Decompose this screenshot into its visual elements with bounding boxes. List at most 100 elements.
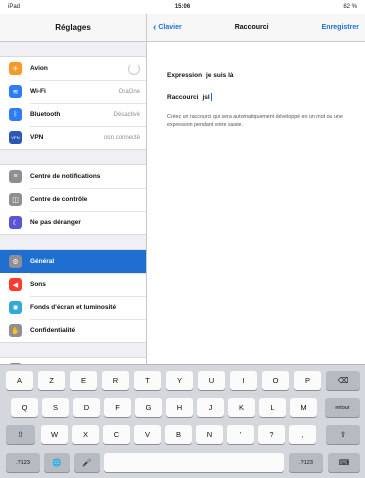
key-3[interactable]: V bbox=[134, 425, 161, 444]
key-1[interactable]: Z bbox=[38, 371, 65, 390]
text-cursor bbox=[210, 93, 212, 101]
control-center-icon: ◫ bbox=[9, 193, 22, 206]
key-0[interactable]: A bbox=[6, 371, 33, 390]
key-6[interactable]: J bbox=[197, 398, 224, 417]
chevron-left-icon: ‹ bbox=[153, 22, 157, 33]
key-2[interactable]: D bbox=[73, 398, 100, 417]
shift-key-right[interactable]: ⇧ bbox=[326, 425, 360, 444]
airplane-icon: ✈ bbox=[9, 62, 22, 75]
key-7[interactable]: I bbox=[230, 371, 257, 390]
settings-group: ⚙ Général ◀ Sons ✺ Fonds d'écran et luminosit… bbox=[0, 249, 146, 343]
key-3[interactable]: F bbox=[104, 398, 131, 417]
help-text: Créez un raccourci qui sera automatiquem… bbox=[167, 114, 343, 128]
key-1[interactable]: X bbox=[72, 425, 99, 444]
sidebar-item-label: Sons bbox=[30, 281, 46, 288]
expression-field[interactable]: Expression je suis là bbox=[147, 64, 365, 86]
save-button[interactable]: Enregistrer bbox=[322, 24, 359, 31]
expression-label: Expression bbox=[167, 71, 203, 79]
settings-group: ≡ Centre de notifications ◫ Centre de contr… bbox=[0, 164, 146, 235]
key-6[interactable]: ' bbox=[227, 425, 254, 444]
notifications-icon: ≡ bbox=[9, 170, 22, 183]
sidebar-item-gear[interactable]: ⚙ Général bbox=[0, 250, 146, 273]
key-2[interactable]: C bbox=[103, 425, 130, 444]
wallpaper-icon: ✺ bbox=[9, 301, 22, 314]
key-8[interactable]: O bbox=[262, 371, 289, 390]
key-5[interactable]: Y bbox=[166, 371, 193, 390]
backspace-key[interactable]: ⌫ bbox=[326, 371, 360, 390]
key-8[interactable]: , bbox=[289, 425, 316, 444]
hand-icon: ✋ bbox=[9, 324, 22, 337]
shortcut-detail-pane: ‹ Clavier Raccourci Enregistrer Expressi… bbox=[147, 14, 365, 364]
numbers-key-right[interactable]: .?123 bbox=[289, 453, 323, 472]
detail-navbar: ‹ Clavier Raccourci Enregistrer bbox=[147, 14, 365, 42]
moon-icon: ☾ bbox=[9, 216, 22, 229]
shortcut-field[interactable]: Raccourci jsl bbox=[147, 86, 365, 108]
settings-sidebar: Réglages ✈ Avion ≋ Wi-Fi OraOne ᛒ Bluetooth Dés… bbox=[0, 14, 147, 364]
sidebar-item-vpn[interactable]: VPN VPN non connecté bbox=[0, 126, 146, 149]
sidebar-item-speaker[interactable]: ◀ Sons bbox=[0, 273, 146, 296]
key-4[interactable]: B bbox=[165, 425, 192, 444]
sidebar-item-label: Wi-Fi bbox=[30, 88, 46, 95]
gear-icon: ⚙ bbox=[9, 255, 22, 268]
sidebar-item-airplane[interactable]: ✈ Avion bbox=[0, 57, 146, 80]
wifi-icon: ≋ bbox=[9, 85, 22, 98]
sidebar-item-value: non connecté bbox=[103, 134, 140, 141]
sidebar-item-hand[interactable]: ✋ Confidentialité bbox=[0, 319, 146, 342]
numbers-key-left[interactable]: .?123 bbox=[6, 453, 40, 472]
return-key[interactable]: retour bbox=[325, 398, 360, 417]
back-button[interactable]: ‹ Clavier bbox=[153, 22, 182, 33]
sidebar-item-label: Général bbox=[30, 258, 55, 265]
hide-keyboard-key[interactable]: ⌨ bbox=[328, 453, 360, 472]
page-title: Raccourci bbox=[234, 24, 269, 31]
key-4[interactable]: G bbox=[135, 398, 162, 417]
sidebar-item-notifications[interactable]: ≡ Centre de notifications bbox=[0, 165, 146, 188]
sidebar-item-value: OraOne bbox=[118, 88, 140, 95]
key-9[interactable]: M bbox=[290, 398, 317, 417]
key-0[interactable]: Q bbox=[11, 398, 38, 417]
sidebar-item-label: Confidentialité bbox=[30, 327, 76, 334]
key-7[interactable]: ? bbox=[258, 425, 285, 444]
settings-group: ☁iCloud✉Mail, Contacts, Calendrier bbox=[0, 357, 146, 364]
key-5[interactable]: N bbox=[196, 425, 223, 444]
key-5[interactable]: H bbox=[166, 398, 193, 417]
key-8[interactable]: L bbox=[259, 398, 286, 417]
sidebar-item-label: VPN bbox=[30, 134, 44, 141]
shortcut-value: jsl bbox=[202, 93, 210, 101]
sidebar-groups: ✈ Avion ≋ Wi-Fi OraOne ᛒ Bluetooth Désactivé VPN… bbox=[0, 42, 146, 364]
bluetooth-icon: ᛒ bbox=[9, 108, 22, 121]
speaker-icon: ◀ bbox=[9, 278, 22, 291]
microphone-key[interactable]: 🎤 bbox=[74, 453, 100, 472]
key-6[interactable]: U bbox=[198, 371, 225, 390]
key-7[interactable]: K bbox=[228, 398, 255, 417]
sidebar-item-label: Avion bbox=[30, 65, 48, 72]
airplane-toggle[interactable] bbox=[128, 62, 140, 75]
shortcut-label: Raccourci bbox=[167, 93, 199, 101]
sidebar-item-value: Désactivé bbox=[113, 111, 140, 118]
key-4[interactable]: T bbox=[134, 371, 161, 390]
sidebar-item-wallpaper[interactable]: ✺ Fonds d'écran et luminosité bbox=[0, 296, 146, 319]
key-2[interactable]: E bbox=[70, 371, 97, 390]
shift-key-left[interactable]: ⇧ bbox=[6, 425, 35, 444]
key-1[interactable]: S bbox=[42, 398, 69, 417]
sidebar-item-label: Fonds d'écran et luminosité bbox=[30, 304, 117, 311]
key-0[interactable]: W bbox=[41, 425, 68, 444]
sidebar-item-wifi[interactable]: ≋ Wi-Fi OraOne bbox=[0, 80, 146, 103]
sidebar-item-moon[interactable]: ☾ Ne pas déranger bbox=[0, 211, 146, 234]
key-3[interactable]: R bbox=[102, 371, 129, 390]
key-9[interactable]: P bbox=[294, 371, 321, 390]
sidebar-item-bluetooth[interactable]: ᛒ Bluetooth Désactivé bbox=[0, 103, 146, 126]
sidebar-item-label: Centre de contrôle bbox=[30, 196, 88, 203]
sidebar-item-control-center[interactable]: ◫ Centre de contrôle bbox=[0, 188, 146, 211]
sidebar-item-label: Bluetooth bbox=[30, 111, 61, 118]
vpn-icon: VPN bbox=[9, 131, 22, 144]
back-label: Clavier bbox=[158, 24, 182, 31]
sidebar-item-label: Ne pas déranger bbox=[30, 219, 81, 226]
globe-key[interactable]: 🌐 bbox=[44, 453, 70, 472]
expression-value: je suis là bbox=[206, 71, 234, 79]
space-bar[interactable] bbox=[104, 453, 284, 472]
sidebar-title: Réglages bbox=[0, 14, 146, 42]
